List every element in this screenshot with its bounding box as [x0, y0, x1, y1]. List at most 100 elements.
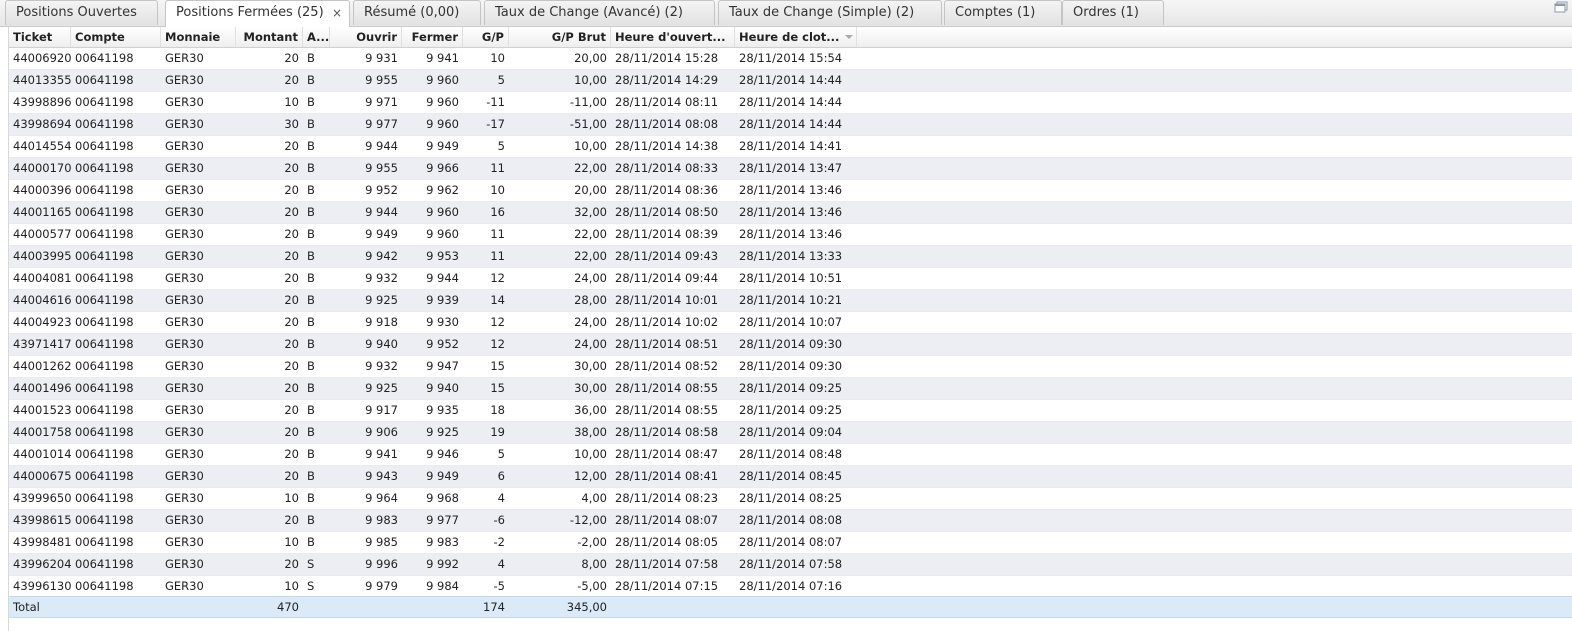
cell-achat-vente: B [307, 161, 315, 175]
cell-monnaie: GER30 [165, 161, 204, 175]
column-header-compte[interactable]: Compte [71, 27, 161, 47]
restore-window-icon[interactable] [1554, 1, 1568, 13]
cell-compte: 00641198 [75, 161, 134, 175]
cell-compte: 00641198 [75, 51, 134, 65]
cell-ouvrir: 9 942 [365, 249, 398, 263]
cell-montant: 20 [284, 381, 299, 395]
column-header-montant[interactable]: Montant [236, 27, 303, 47]
cell-fermer: 9 949 [426, 469, 459, 483]
cell-heure-ouverture: 28/11/2014 08:39 [615, 227, 719, 241]
cell-fermer: 9 992 [426, 557, 459, 571]
tab-6[interactable]: Comptes (1) [944, 0, 1062, 25]
cell-heure-ouverture: 28/11/2014 08:05 [615, 535, 719, 549]
table-row[interactable]: 44000675 00641198 GER30 20 B 9 943 9 949 6 12,00… [9, 466, 1572, 488]
table-row[interactable]: 44014554 00641198 GER30 20 B 9 944 9 949 5 10,00… [9, 136, 1572, 158]
cell-compte: 00641198 [75, 403, 134, 417]
table-row[interactable]: 43998896 00641198 GER30 10 B 9 971 9 960 -11 -11… [9, 92, 1572, 114]
cell-monnaie: GER30 [165, 535, 204, 549]
cell-gp-brut: 36,00 [574, 403, 607, 417]
table-row[interactable]: 44006920 00641198 GER30 20 B 9 931 9 941 10 20,0… [9, 48, 1572, 70]
column-header-monnaie[interactable]: Monnaie [161, 27, 236, 47]
cell-ticket: 44014554 [13, 139, 71, 153]
table-row[interactable]: 44001758 00641198 GER30 20 B 9 906 9 925 19 38,0… [9, 422, 1572, 444]
table-row[interactable]: 44001165 00641198 GER30 20 B 9 944 9 960 16 32,0… [9, 202, 1572, 224]
column-header-gp[interactable]: G/P [463, 27, 509, 47]
table-row[interactable]: 43998615 00641198 GER30 20 B 9 983 9 977 -6 -12,… [9, 510, 1572, 532]
cell-compte: 00641198 [75, 249, 134, 263]
cell-heure-ouverture: 28/11/2014 08:52 [615, 359, 719, 373]
cell-ticket: 44001014 [13, 447, 71, 461]
tab-1[interactable]: Positions Ouvertes [5, 0, 158, 25]
cell-ouvrir: 9 925 [365, 381, 398, 395]
cell-fermer: 9 930 [426, 315, 459, 329]
column-header-ticket[interactable]: Ticket [9, 27, 71, 47]
tab-7[interactable]: Ordres (1) [1062, 0, 1164, 25]
cell-monnaie: GER30 [165, 403, 204, 417]
cell-fermer: 9 960 [426, 205, 459, 219]
cell-heure-cloture: 28/11/2014 07:16 [739, 579, 843, 593]
table-row[interactable]: 44013355 00641198 GER30 20 B 9 955 9 960 5 10,00… [9, 70, 1572, 92]
cell-gp: 16 [490, 205, 505, 219]
total-row: Total 470 174 345,00 [9, 596, 1572, 618]
table-row[interactable]: 44004081 00641198 GER30 20 B 9 932 9 944 12 24,0… [9, 268, 1572, 290]
cell-compte: 00641198 [75, 557, 134, 571]
close-tab-icon[interactable]: × [332, 1, 342, 25]
column-header-heure-cloture[interactable]: Heure de clot... [735, 27, 857, 47]
cell-montant: 20 [284, 271, 299, 285]
table-row[interactable]: 44003995 00641198 GER30 20 B 9 942 9 953 11 22,0… [9, 246, 1572, 268]
cell-monnaie: GER30 [165, 579, 204, 593]
tab-4[interactable]: Taux de Change (Avancé) (2) [484, 0, 715, 25]
table-row[interactable]: 43999650 00641198 GER30 10 B 9 964 9 968 4 4,00 2… [9, 488, 1572, 510]
cell-heure-ouverture: 28/11/2014 10:02 [615, 315, 719, 329]
cell-compte: 00641198 [75, 227, 134, 241]
tab-3[interactable]: Résumé (0,00) [353, 0, 481, 25]
table-row[interactable]: 44001262 00641198 GER30 20 B 9 932 9 947 15 30,0… [9, 356, 1572, 378]
cell-ticket: 43998615 [13, 513, 71, 527]
cell-ticket: 44001262 [13, 359, 71, 373]
cell-ticket: 44000396 [13, 183, 71, 197]
cell-fermer: 9 968 [426, 491, 459, 505]
column-header-achat-vente[interactable]: A... [303, 27, 330, 47]
table-row[interactable]: 44000577 00641198 GER30 20 B 9 949 9 960 11 22,0… [9, 224, 1572, 246]
cell-ticket: 44003995 [13, 249, 71, 263]
cell-heure-ouverture: 28/11/2014 08:33 [615, 161, 719, 175]
column-header-fermer[interactable]: Fermer [402, 27, 463, 47]
table-row[interactable]: 44001014 00641198 GER30 20 B 9 941 9 946 5 10,00… [9, 444, 1572, 466]
table-row[interactable]: 44001523 00641198 GER30 20 B 9 917 9 935 18 36,0… [9, 400, 1572, 422]
table-row[interactable]: 43998694 00641198 GER30 30 B 9 977 9 960 -17 -51… [9, 114, 1572, 136]
cell-ticket: 44004081 [13, 271, 71, 285]
total-gp: 174 [483, 600, 505, 614]
cell-gp: 14 [490, 293, 505, 307]
cell-gp: 4 [497, 491, 505, 505]
column-header-heure-ouverture[interactable]: Heure d'ouvert... [611, 27, 735, 47]
table-row[interactable]: 43996130 00641198 GER30 10 S 9 979 9 984 -5 -5,0… [9, 576, 1572, 598]
cell-achat-vente: B [307, 271, 315, 285]
cell-ticket: 44001523 [13, 403, 71, 417]
table-row[interactable]: 43971417 00641198 GER30 20 B 9 940 9 952 12 24,0… [9, 334, 1572, 356]
cell-gp: -5 [493, 579, 505, 593]
cell-achat-vente: B [307, 183, 315, 197]
cell-fermer: 9 941 [426, 51, 459, 65]
table-row[interactable]: 44000170 00641198 GER30 20 B 9 955 9 966 11 22,0… [9, 158, 1572, 180]
table-row[interactable]: 43998481 00641198 GER30 10 B 9 985 9 983 -2 -2,0… [9, 532, 1572, 554]
column-header-gp-brut[interactable]: G/P Brut [509, 27, 611, 47]
cell-gp-brut: 30,00 [574, 359, 607, 373]
table-row[interactable]: 44000396 00641198 GER30 20 B 9 952 9 962 10 20,0… [9, 180, 1572, 202]
column-header-ouvrir[interactable]: Ouvrir [330, 27, 402, 47]
cell-heure-cloture: 28/11/2014 08:45 [739, 469, 843, 483]
tab-2[interactable]: Positions Fermées (25) × [165, 0, 350, 27]
table-row[interactable]: 44004923 00641198 GER30 20 B 9 918 9 930 12 24,0… [9, 312, 1572, 334]
cell-ouvrir: 9 940 [365, 337, 398, 351]
cell-montant: 10 [284, 579, 299, 593]
cell-ticket: 44004923 [13, 315, 71, 329]
cell-compte: 00641198 [75, 271, 134, 285]
cell-ticket: 44000170 [13, 161, 71, 175]
table-row[interactable]: 43996204 00641198 GER30 20 S 9 996 9 992 4 8,00 2… [9, 554, 1572, 576]
tab-5[interactable]: Taux de Change (Simple) (2) [718, 0, 942, 25]
cell-heure-ouverture: 28/11/2014 08:47 [615, 447, 719, 461]
table-row[interactable]: 44004616 00641198 GER30 20 B 9 925 9 939 14 28,0… [9, 290, 1572, 312]
table-row[interactable]: 44001496 00641198 GER30 20 B 9 925 9 940 15 30,0… [9, 378, 1572, 400]
cell-heure-ouverture: 28/11/2014 08:51 [615, 337, 719, 351]
cell-heure-cloture: 28/11/2014 13:46 [739, 227, 843, 241]
cell-gp: 11 [490, 161, 505, 175]
